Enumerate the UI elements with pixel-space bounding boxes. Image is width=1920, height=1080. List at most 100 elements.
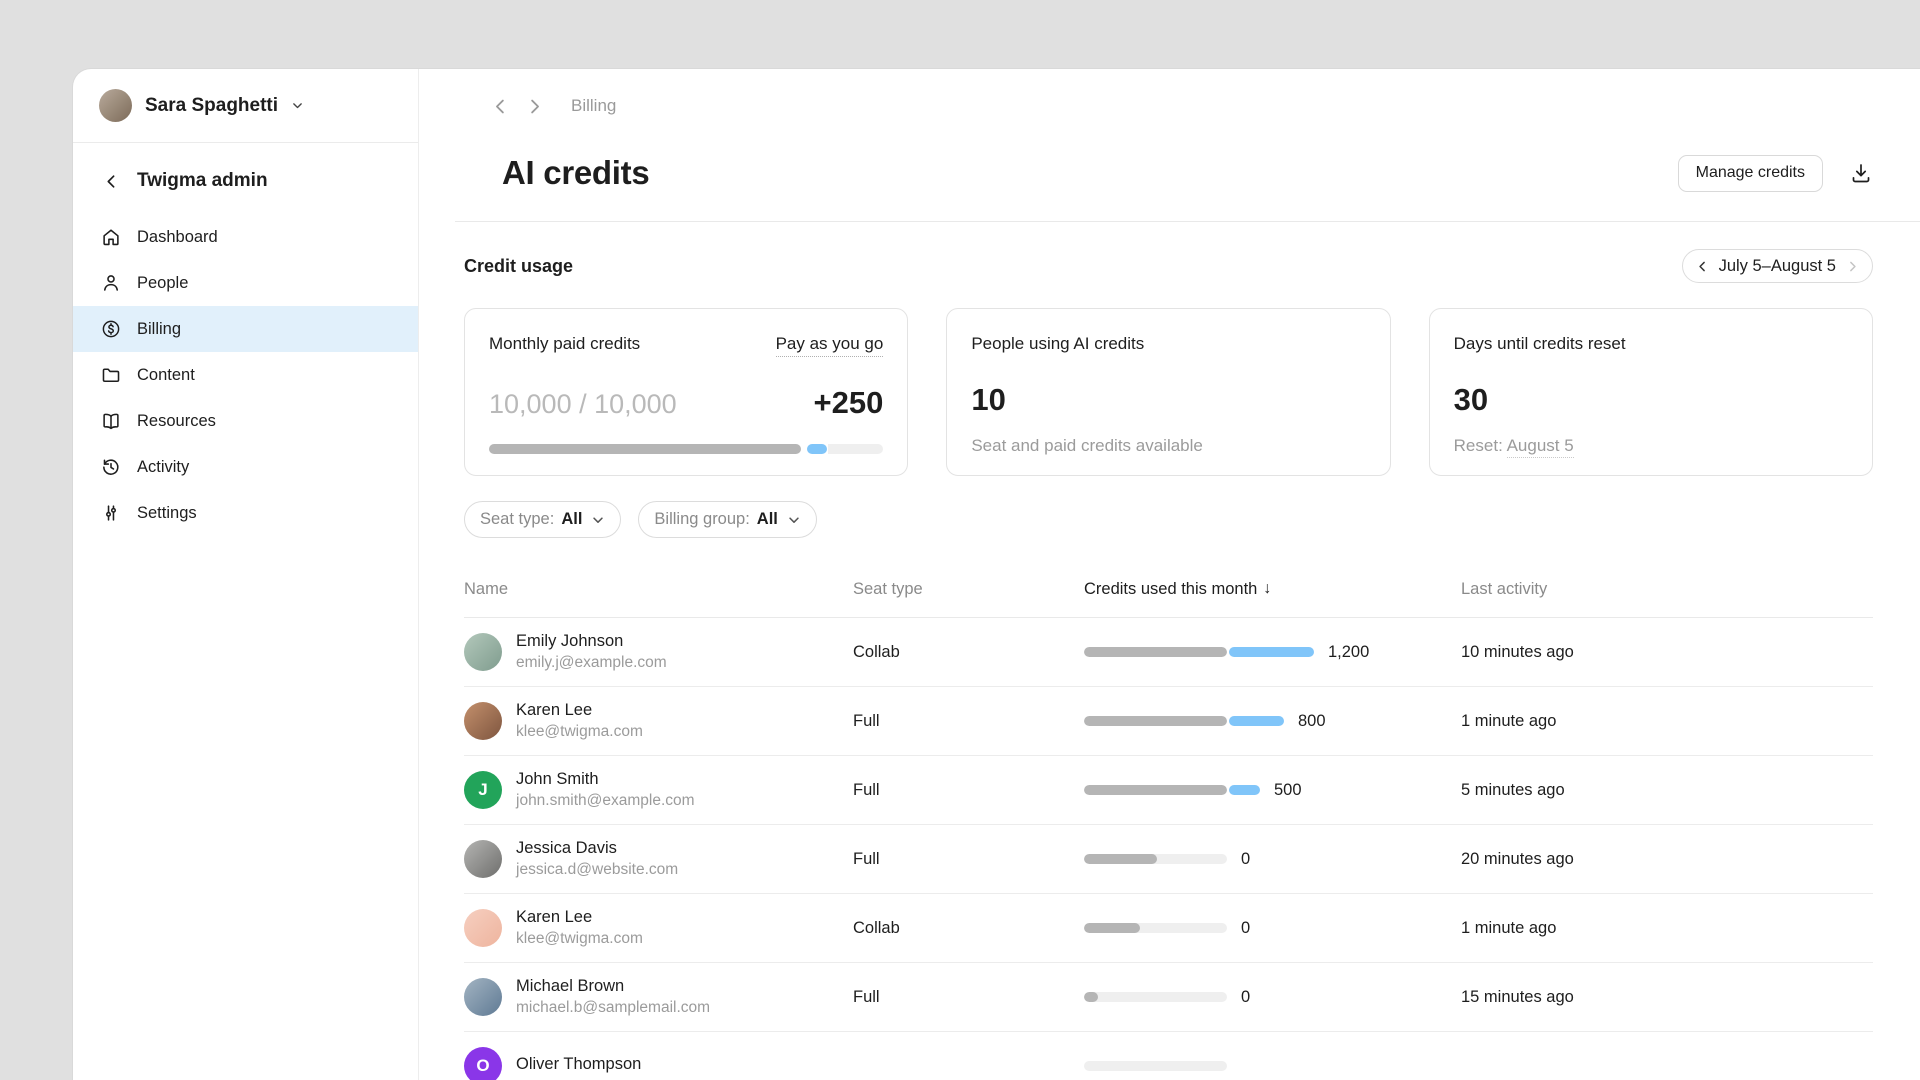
breadcrumb-back-button[interactable] bbox=[491, 97, 510, 116]
breadcrumb-forward-button[interactable] bbox=[525, 97, 544, 116]
breadcrumb: Billing bbox=[491, 96, 1873, 116]
credits-value: 1,200 bbox=[1328, 643, 1369, 662]
sidebar-nav: Dashboard People Billing Content Resourc… bbox=[73, 208, 418, 536]
credits-bar-track bbox=[1084, 854, 1227, 864]
column-header-credits-sort[interactable]: Credits used this month ↓ bbox=[1084, 580, 1461, 599]
table-row: Emily Johnson emily.j@example.com Collab… bbox=[464, 618, 1873, 687]
sidebar-item-label: Billing bbox=[137, 320, 181, 339]
home-icon bbox=[100, 226, 122, 248]
sidebar-item-label: Resources bbox=[137, 412, 216, 431]
credits-cell: 1,200 bbox=[1084, 643, 1461, 662]
sidebar-item-dashboard[interactable]: Dashboard bbox=[73, 214, 418, 260]
sidebar-item-activity[interactable]: Activity bbox=[73, 444, 418, 490]
download-button[interactable] bbox=[1849, 161, 1873, 185]
avatar bbox=[464, 633, 502, 671]
credits-cell: 0 bbox=[1084, 919, 1461, 938]
credits-bar-track bbox=[1084, 716, 1227, 726]
credits-bar-track bbox=[1084, 785, 1227, 795]
sidebar-item-label: People bbox=[137, 274, 188, 293]
member-name: Jessica Davis bbox=[516, 839, 678, 858]
seat-type-cell: Full bbox=[853, 712, 1084, 731]
sidebar-item-settings[interactable]: Settings bbox=[73, 490, 418, 536]
date-range-label: July 5–August 5 bbox=[1719, 257, 1836, 276]
sort-descending-icon: ↓ bbox=[1263, 580, 1271, 598]
account-switcher[interactable]: Sara Spaghetti bbox=[73, 69, 418, 143]
sidebar-back-button[interactable] bbox=[100, 170, 122, 192]
member-email: emily.j@example.com bbox=[516, 654, 667, 672]
credit-usage-header: Credit usage July 5–August 5 bbox=[464, 249, 1873, 283]
sidebar-item-content[interactable]: Content bbox=[73, 352, 418, 398]
credits-cell: 800 bbox=[1084, 712, 1461, 731]
credits-cell: 500 bbox=[1084, 781, 1461, 800]
reset-card-subtitle: Reset: August 5 bbox=[1454, 436, 1848, 456]
date-range-picker[interactable]: July 5–August 5 bbox=[1682, 249, 1873, 283]
user-name: Sara Spaghetti bbox=[145, 95, 278, 117]
monthly-paid-credits-card: Monthly paid credits Pay as you go 10,00… bbox=[464, 308, 908, 476]
reset-date-link[interactable]: August 5 bbox=[1507, 436, 1574, 458]
summary-cards: Monthly paid credits Pay as you go 10,00… bbox=[464, 308, 1873, 476]
credits-bar-seat-fill bbox=[1084, 716, 1227, 726]
sidebar-item-label: Activity bbox=[137, 458, 189, 477]
days-count-value: 30 bbox=[1454, 382, 1848, 418]
table-row: Karen Lee klee@twigma.com Collab 0 1 min… bbox=[464, 894, 1873, 963]
filter-value: All bbox=[561, 510, 582, 529]
credits-bar-track bbox=[1084, 992, 1227, 1002]
last-activity-cell: 15 minutes ago bbox=[1461, 988, 1873, 1007]
seat-type-cell: Collab bbox=[853, 643, 1084, 662]
last-activity-cell: 5 minutes ago bbox=[1461, 781, 1873, 800]
member-email: john.smith@example.com bbox=[516, 792, 695, 810]
member-cell: J John Smith john.smith@example.com bbox=[464, 770, 853, 810]
main-content: Billing AI credits Manage credits Credit… bbox=[419, 69, 1920, 1080]
filter-label: Seat type: bbox=[480, 510, 554, 529]
credits-cell: 0 bbox=[1084, 988, 1461, 1007]
progress-paid-segment bbox=[807, 444, 827, 454]
chevron-left-icon bbox=[491, 97, 510, 116]
date-prev-button[interactable] bbox=[1696, 260, 1709, 273]
last-activity-cell: 1 minute ago bbox=[1461, 712, 1873, 731]
progress-used-segment bbox=[489, 444, 801, 454]
seat-type-cell: Full bbox=[853, 781, 1084, 800]
member-cell: Emily Johnson emily.j@example.com bbox=[464, 632, 853, 672]
sidebar-item-billing[interactable]: Billing bbox=[73, 306, 418, 352]
chevron-left-icon bbox=[1696, 260, 1709, 273]
seat-type-cell: Collab bbox=[853, 919, 1084, 938]
filter-billing-group[interactable]: Billing group: All bbox=[638, 501, 816, 538]
sidebar-header: Twigma admin bbox=[73, 143, 418, 208]
people-using-credits-card: People using AI credits 10 Seat and paid… bbox=[946, 308, 1390, 476]
credits-bar-paid-fill bbox=[1229, 785, 1260, 795]
filter-label: Billing group: bbox=[654, 510, 749, 529]
member-name: Oliver Thompson bbox=[516, 1055, 641, 1074]
credits-value: 0 bbox=[1241, 850, 1250, 869]
member-email: klee@twigma.com bbox=[516, 930, 643, 948]
column-header-seat-type: Seat type bbox=[853, 580, 1084, 599]
credits-bar-track bbox=[1084, 923, 1227, 933]
chevron-right-icon bbox=[1846, 260, 1859, 273]
breadcrumb-label: Billing bbox=[571, 96, 616, 116]
page-header: AI credits Manage credits bbox=[502, 154, 1873, 192]
last-activity-cell: 1 minute ago bbox=[1461, 919, 1873, 938]
table-row: Michael Brown michael.b@samplemail.com F… bbox=[464, 963, 1873, 1032]
pay-as-you-go-link[interactable]: Pay as you go bbox=[776, 334, 884, 357]
page-title: AI credits bbox=[502, 154, 649, 192]
progress-gap bbox=[801, 444, 807, 454]
sidebar-item-label: Content bbox=[137, 366, 195, 385]
seat-type-cell: Full bbox=[853, 988, 1084, 1007]
date-next-button[interactable] bbox=[1846, 260, 1859, 273]
header-divider bbox=[455, 221, 1920, 222]
credits-value: 800 bbox=[1298, 712, 1326, 731]
app-window: Sara Spaghetti Twigma admin Dashboard Pe… bbox=[73, 69, 1920, 1080]
chevron-left-icon bbox=[103, 173, 120, 190]
people-card-subtitle: Seat and paid credits available bbox=[971, 436, 1365, 456]
chevron-right-icon bbox=[525, 97, 544, 116]
sidebar-item-label: Dashboard bbox=[137, 228, 218, 247]
credits-bar-seat-fill bbox=[1084, 992, 1098, 1002]
days-until-reset-card: Days until credits reset 30 Reset: Augus… bbox=[1429, 308, 1873, 476]
credits-bar-seat-fill bbox=[1084, 785, 1227, 795]
manage-credits-button[interactable]: Manage credits bbox=[1678, 155, 1823, 192]
sidebar-item-people[interactable]: People bbox=[73, 260, 418, 306]
member-name: John Smith bbox=[516, 770, 695, 789]
filter-seat-type[interactable]: Seat type: All bbox=[464, 501, 621, 538]
avatar bbox=[464, 702, 502, 740]
last-activity-cell: 20 minutes ago bbox=[1461, 850, 1873, 869]
sidebar-item-resources[interactable]: Resources bbox=[73, 398, 418, 444]
